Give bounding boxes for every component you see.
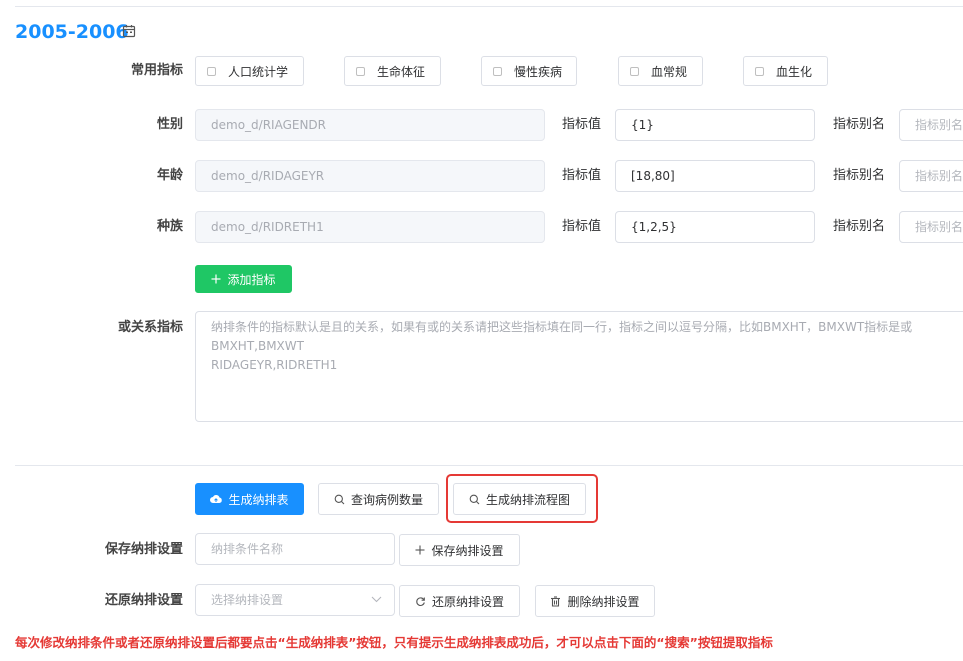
refresh-icon xyxy=(415,596,426,607)
section-divider xyxy=(15,465,963,466)
query-case-count-label: 查询病例数量 xyxy=(350,492,423,507)
indicator-alias-label: 指标别名 xyxy=(832,168,885,183)
add-indicator-label: 添加指标 xyxy=(227,272,276,287)
save-settings-label: 保存纳排设置 xyxy=(104,542,183,557)
delete-settings-button[interactable]: 删除纳排设置 xyxy=(535,585,655,617)
settings-select-placeholder: 选择纳排设置 xyxy=(211,593,284,607)
page-title: 2005-2006 xyxy=(15,21,129,43)
add-indicator-button[interactable]: 添加指标 xyxy=(195,265,292,293)
textarea-placeholder-line: BMXHT,BMXWT xyxy=(211,339,304,353)
top-divider xyxy=(15,6,963,7)
common-indicators-label: 常用指标 xyxy=(130,63,183,78)
restore-settings-label: 还原纳排设置 xyxy=(104,593,183,608)
indicator-value-input-age[interactable]: [18,80] xyxy=(615,160,815,192)
calendar-icon[interactable] xyxy=(122,24,136,38)
indicator-alias-input-age[interactable]: 指标别名 xyxy=(899,160,963,192)
indicator-field-gender: demo_d/RIAGENDR xyxy=(195,109,545,141)
checkbox-vital-signs[interactable]: 生命体征 xyxy=(344,56,441,86)
checkbox-label: 慢性疾病 xyxy=(514,64,563,79)
or-relation-textarea[interactable]: 纳排条件的指标默认是且的关系，如果有或的关系请把这些指标填在同一行，指标之间以逗… xyxy=(195,311,963,422)
query-case-count-button[interactable]: 查询病例数量 xyxy=(318,483,439,515)
plus-icon xyxy=(415,545,425,555)
generate-table-label: 生成纳排表 xyxy=(228,492,289,507)
indicator-value-label: 指标值 xyxy=(561,219,601,234)
delete-settings-button-label: 删除纳排设置 xyxy=(567,594,640,609)
checkbox-blood-routine[interactable]: 血常规 xyxy=(618,56,703,86)
textarea-placeholder-line: 纳排条件的指标默认是且的关系，如果有或的关系请把这些指标填在同一行，指标之间以逗… xyxy=(211,320,913,334)
indicator-alias-label: 指标别名 xyxy=(832,117,885,132)
highlight-box xyxy=(446,474,598,523)
settings-select[interactable]: 选择纳排设置 xyxy=(195,584,395,616)
generate-table-button[interactable]: 生成纳排表 xyxy=(195,483,304,515)
indicator-value-input-race[interactable]: {1,2,5} xyxy=(615,211,815,243)
search-icon xyxy=(334,494,345,505)
checkbox-label: 生命体征 xyxy=(377,64,426,79)
checkbox-demographics[interactable]: 人口统计学 xyxy=(195,56,304,86)
checkbox-label: 人口统计学 xyxy=(228,64,289,79)
indicator-alias-input-race[interactable]: 指标别名 xyxy=(899,211,963,243)
indicator-alias-label: 指标别名 xyxy=(832,219,885,234)
checkbox-box[interactable] xyxy=(755,66,764,76)
textarea-placeholder-line: RIDAGEYR,RIDRETH1 xyxy=(211,358,338,372)
indicator-value-label: 指标值 xyxy=(561,117,601,132)
indicator-label-gender: 性别 xyxy=(156,117,183,132)
checkbox-box[interactable] xyxy=(356,66,365,76)
checkbox-blood-biochem[interactable]: 血生化 xyxy=(743,56,828,86)
indicator-field-age: demo_d/RIDAGEYR xyxy=(195,160,545,192)
warning-text: 每次修改纳排条件或者还原纳排设置后都要点击“生成纳排表”按钮，只有提示生成纳排表… xyxy=(15,635,773,650)
indicator-value-input-gender[interactable]: {1} xyxy=(615,109,815,141)
save-settings-button-label: 保存纳排设置 xyxy=(431,543,504,558)
checkbox-chronic-disease[interactable]: 慢性疾病 xyxy=(481,56,577,86)
cloud-upload-icon xyxy=(210,494,223,504)
chevron-down-icon[interactable] xyxy=(371,596,382,603)
restore-settings-button[interactable]: 还原纳排设置 xyxy=(399,585,520,617)
restore-settings-button-label: 还原纳排设置 xyxy=(431,594,504,609)
indicator-value-label: 指标值 xyxy=(561,168,601,183)
settings-name-input[interactable]: 纳排条件名称 xyxy=(195,533,395,565)
or-relation-label: 或关系指标 xyxy=(117,320,183,335)
checkbox-label: 血常规 xyxy=(651,64,688,79)
save-settings-button[interactable]: 保存纳排设置 xyxy=(399,534,520,566)
checkbox-box[interactable] xyxy=(207,66,216,76)
checkbox-box[interactable] xyxy=(630,66,639,76)
checkbox-label: 血生化 xyxy=(776,64,813,79)
trash-icon xyxy=(550,595,561,607)
plus-icon xyxy=(211,274,221,284)
checkbox-box[interactable] xyxy=(493,66,502,76)
indicator-label-race: 种族 xyxy=(156,219,183,234)
indicator-label-age: 年龄 xyxy=(156,168,183,183)
indicator-alias-input-gender[interactable]: 指标别名 xyxy=(899,109,963,141)
indicator-field-race: demo_d/RIDRETH1 xyxy=(195,211,545,243)
